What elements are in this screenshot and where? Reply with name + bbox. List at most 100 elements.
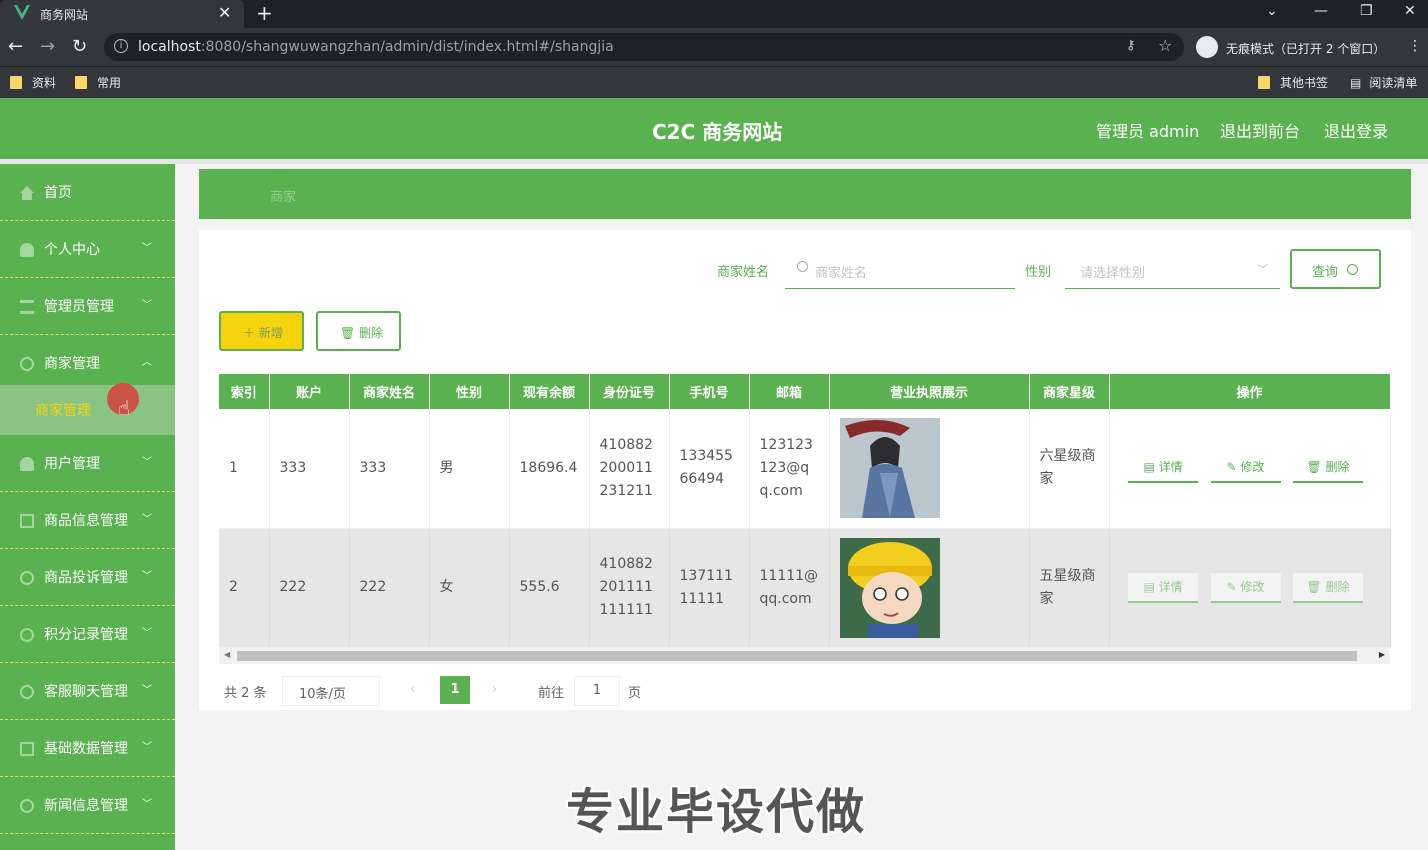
cell-license xyxy=(829,528,1030,648)
store-icon xyxy=(20,357,34,371)
sidebar-item-goods[interactable]: 商品信息管理 ﹀ xyxy=(0,492,175,549)
prev-page-icon[interactable]: ‹ xyxy=(410,682,415,697)
exit-to-front-link[interactable]: 退出到前台 xyxy=(1220,118,1300,142)
folder-icon xyxy=(1258,76,1270,89)
page-number-current[interactable]: 1 xyxy=(440,676,470,704)
sidebar-item-merchants[interactable]: 商家管理 ︿ xyxy=(0,335,175,392)
search-icon xyxy=(797,261,808,272)
url-host: localhost xyxy=(138,39,201,55)
new-tab-button[interactable]: + xyxy=(256,1,273,25)
table-row[interactable]: 2 222 222 女 555.6 410882201111111111 137… xyxy=(219,528,1391,648)
license-image[interactable] xyxy=(839,418,940,519)
sidebar: 首页 个人中心 ﹀ 管理员管理 ﹀ 商家管理 ︿ 商家管理 用户管理 ﹀ 商品信… xyxy=(0,164,175,850)
license-image[interactable] xyxy=(839,537,940,638)
delete-label: 删除 xyxy=(1325,579,1350,594)
forward-icon[interactable]: → xyxy=(40,36,55,57)
col-header-gender: 性别 xyxy=(429,374,510,409)
info-icon[interactable]: i xyxy=(114,39,128,53)
table-header-row: 索引 账户 商家姓名 性别 现有余额 身份证号 手机号 邮箱 营业执照展示 商家… xyxy=(219,374,1391,409)
scrollbar-thumb[interactable] xyxy=(237,651,1357,661)
reading-list-label: 阅读清单 xyxy=(1369,76,1418,90)
cell-actions: ▤ 详情 ✎ 修改 🗑 删除 xyxy=(1109,409,1391,529)
next-page-icon[interactable]: › xyxy=(492,682,497,697)
minimize-icon[interactable]: — xyxy=(1314,3,1328,19)
sidebar-item-admins[interactable]: 管理员管理 ﹀ xyxy=(0,278,175,335)
gender-select[interactable]: 请选择性别 ﹀ xyxy=(1065,250,1280,289)
content-panel: 商家姓名 商家姓名 性别 请选择性别 ﹀ 查询 ＋ 新增 🗑 删除 索引 账户 … xyxy=(199,230,1411,710)
sidebar-item-complaints[interactable]: 商品投诉管理 ﹀ xyxy=(0,549,175,606)
merchant-name-input[interactable]: 商家姓名 xyxy=(785,250,1015,289)
query-button[interactable]: 查询 xyxy=(1290,249,1381,289)
user-icon xyxy=(20,243,34,257)
goto-label: 前往 xyxy=(538,686,565,701)
chevron-down-icon: ﹀ xyxy=(142,457,152,468)
page-size-select[interactable]: 10条/页 xyxy=(282,676,380,706)
edit-button[interactable]: ✎ 修改 xyxy=(1210,453,1281,484)
detail-button[interactable]: ▤ 详情 xyxy=(1128,453,1199,484)
cell-account: 222 xyxy=(269,528,350,648)
chevron-down-icon: ﹀ xyxy=(142,300,152,311)
other-bookmarks[interactable]: 其他书签 xyxy=(1258,74,1328,91)
bookmark-folder-changyong[interactable]: 常用 xyxy=(75,74,121,91)
incognito-icon[interactable] xyxy=(1196,36,1218,58)
pagination-total: 共 2 条 xyxy=(224,686,267,701)
hand-cursor-icon: ☝ xyxy=(118,396,131,420)
reload-icon[interactable]: ↻ xyxy=(72,36,87,57)
back-icon[interactable]: ← xyxy=(8,36,23,57)
browser-tab[interactable]: 商务网站 ✕ xyxy=(0,0,244,28)
tab-close-icon[interactable]: ✕ xyxy=(218,3,231,22)
sidebar-item-users[interactable]: 用户管理 ﹀ xyxy=(0,435,175,492)
sidebar-item-personal[interactable]: 个人中心 ﹀ xyxy=(0,221,175,278)
bookmark-folder-ziliao[interactable]: 资料 xyxy=(10,74,56,91)
edit-label: 修改 xyxy=(1240,579,1265,594)
sidebar-item-news[interactable]: 新闻信息管理 ﹀ xyxy=(0,777,175,834)
cell-id-card: 410882200011231211 xyxy=(589,409,670,529)
logout-link[interactable]: 退出登录 xyxy=(1324,118,1388,142)
close-window-icon[interactable]: ✕ xyxy=(1404,3,1416,19)
edit-button[interactable]: ✎ 修改 xyxy=(1210,572,1281,603)
bookmark-star-icon[interactable]: ☆ xyxy=(1158,36,1172,55)
bookmarks-bar: 资料 常用 其他书签 ▤ 阅读清单 xyxy=(0,66,1428,98)
restore-icon[interactable]: ❐ xyxy=(1360,3,1373,19)
cell-email: 11111@qq.com xyxy=(749,528,830,648)
cell-actions: ▤ 详情 ✎ 修改 🗑 删除 xyxy=(1109,528,1391,648)
detail-button[interactable]: ▤ 详情 xyxy=(1128,572,1199,603)
batch-delete-label: 🗑 删除 xyxy=(340,326,384,340)
url-field[interactable]: i localhost:8080/shangwuwangzhan/admin/d… xyxy=(104,33,1184,61)
sidebar-item-home[interactable]: 首页 xyxy=(0,164,175,221)
add-button-label: ＋ 新增 xyxy=(243,326,283,340)
search-icon xyxy=(1347,264,1358,275)
incognito-label[interactable]: 无痕模式（已打开 2 个窗口） xyxy=(1226,40,1385,57)
breadcrumb-current[interactable]: 商家 xyxy=(270,186,296,205)
sidebar-item-basic-data[interactable]: 基础数据管理 ﹀ xyxy=(0,720,175,777)
batch-delete-button[interactable]: 🗑 删除 xyxy=(316,311,401,351)
edit-label: 修改 xyxy=(1240,460,1265,475)
browser-menu-icon[interactable]: ⋮ xyxy=(1408,38,1422,54)
col-header-index: 索引 xyxy=(219,374,270,409)
address-bar: ← → ↻ i localhost:8080/shangwuwangzhan/a… xyxy=(0,28,1428,66)
cell-phone: 13711111111 xyxy=(669,528,750,648)
tab-search-icon[interactable]: ⌄ xyxy=(1266,3,1278,19)
admin-user-label[interactable]: 管理员 admin xyxy=(1096,118,1199,142)
scroll-right-icon[interactable]: ▶ xyxy=(1379,650,1385,659)
col-header-account: 账户 xyxy=(269,374,350,409)
delete-button[interactable]: 🗑 删除 xyxy=(1292,572,1363,603)
horizontal-scrollbar[interactable]: ◀ ▶ xyxy=(219,648,1390,664)
delete-button[interactable]: 🗑 删除 xyxy=(1292,453,1363,484)
add-button[interactable]: ＋ 新增 xyxy=(219,311,304,351)
menu-icon xyxy=(20,300,34,314)
gender-placeholder: 请选择性别 xyxy=(1080,266,1146,281)
col-header-actions: 操作 xyxy=(1109,374,1391,409)
sidebar-subitem-merchant-manage[interactable]: 商家管理 xyxy=(0,385,175,435)
password-key-icon[interactable]: ⚷ xyxy=(1126,38,1136,53)
goto-page-input[interactable]: 1 xyxy=(574,676,620,706)
cell-name: 222 xyxy=(349,528,430,648)
data-icon xyxy=(20,742,34,756)
scroll-left-icon[interactable]: ◀ xyxy=(224,650,230,659)
table-row[interactable]: 1 333 333 男 18696.4 410882200011231211 1… xyxy=(219,409,1391,529)
sidebar-item-points[interactable]: 积分记录管理 ﹀ xyxy=(0,606,175,663)
chevron-down-icon: ﹀ xyxy=(1257,263,1268,276)
reading-list[interactable]: ▤ 阅读清单 xyxy=(1350,74,1417,91)
sidebar-item-chat[interactable]: 客服聊天管理 ﹀ xyxy=(0,663,175,720)
url-text: localhost:8080/shangwuwangzhan/admin/dis… xyxy=(138,39,614,55)
